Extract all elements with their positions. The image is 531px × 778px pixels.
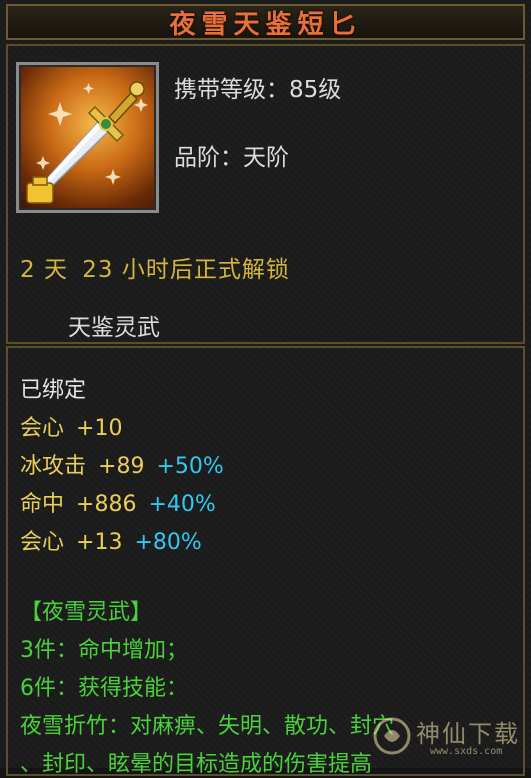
item-tooltip: 夜雪天鉴短匕 携带等级：85级 品阶：天阶 2 天 23 小时后正式解锁 天鉴灵… (0, 0, 531, 777)
watermark-logo-icon (373, 717, 411, 755)
set-effect-line: 夜雪折竹：对麻痹、失明、散功、封穴 (20, 714, 395, 739)
stat-row: 冰攻击 +89 +50% (20, 448, 224, 480)
stat-row: 会心 +13 +80% (20, 524, 202, 556)
stat-row: 命中 +886 +40% (20, 486, 216, 518)
stat-value: +886 (76, 492, 137, 517)
set-effect-line: 、封印、眩晕的目标造成的伤害提高 (20, 752, 373, 777)
item-title: 夜雪天鉴短匕 (169, 9, 362, 40)
stat-value: +10 (76, 416, 123, 441)
set-effect-line: 3件：命中增加； (20, 638, 188, 663)
unlock-hours: 23 (82, 257, 114, 283)
stat-value: +89 (98, 454, 145, 479)
item-icon-slot[interactable] (16, 62, 159, 213)
dagger-icon (26, 81, 148, 204)
carry-level: 携带等级：85级 (174, 77, 342, 103)
item-header-panel: 携带等级：85级 品阶：天阶 2 天 23 小时后正式解锁 天鉴灵武 (6, 44, 525, 344)
unlock-days: 2 (20, 257, 36, 283)
unlock-countdown: 2 天 23 小时后正式解锁 (20, 250, 290, 284)
stat-bonus: +50% (156, 454, 224, 479)
item-grade: 品阶：天阶 (174, 145, 289, 171)
stat-name: 会心 (20, 530, 65, 555)
stat-name: 命中 (20, 492, 65, 517)
watermark-url: www.sxds.com (430, 746, 503, 757)
stat-name: 会心 (20, 416, 65, 441)
title-bar: 夜雪天鉴短匕 (6, 4, 525, 40)
stat-bonus: +40% (148, 492, 216, 517)
site-watermark: 神仙下载 www.sxds.com (372, 712, 522, 760)
watermark-text: 神仙下载 (416, 720, 520, 748)
weapon-type: 天鉴灵武 (68, 315, 160, 341)
unlock-hours-suffix: 小时后正式解锁 (121, 257, 290, 283)
set-effect-line: 6件：获得技能： (20, 676, 188, 701)
stat-bonus: +80% (134, 530, 202, 555)
stat-row: 会心 +10 (20, 410, 122, 442)
bind-status: 已绑定 (20, 378, 87, 403)
unlock-days-unit: 天 (43, 257, 68, 283)
set-name: 【夜雪灵武】 (20, 600, 153, 625)
stat-name: 冰攻击 (20, 454, 87, 479)
stat-value: +13 (76, 530, 123, 555)
